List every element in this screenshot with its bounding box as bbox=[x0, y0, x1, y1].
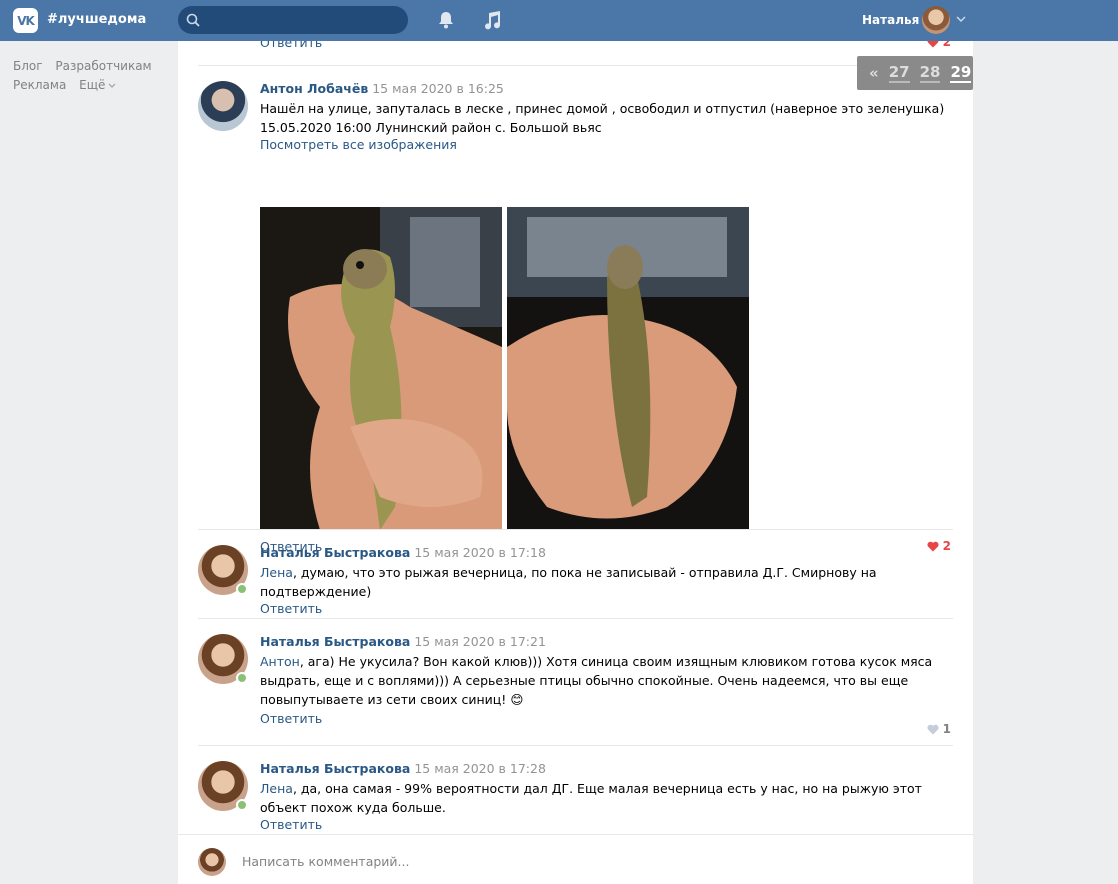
search-icon bbox=[186, 13, 200, 27]
comment-date[interactable]: 15 мая 2020 в 16:25 bbox=[372, 81, 504, 96]
heart-icon bbox=[927, 41, 939, 47]
user-name[interactable]: Наталья bbox=[862, 13, 919, 27]
comments-panel: Ответить 2 Антон Лобачёв 15 мая 2020 в 16… bbox=[178, 41, 973, 884]
mention-link[interactable]: Лена bbox=[260, 781, 293, 796]
photo-bird-2[interactable] bbox=[507, 207, 749, 530]
online-indicator bbox=[236, 583, 248, 595]
avatar[interactable] bbox=[198, 81, 248, 131]
avatar[interactable] bbox=[922, 6, 950, 34]
comment-author[interactable]: Наталья Быстракова bbox=[260, 545, 410, 560]
pager-prev-button[interactable]: « bbox=[869, 64, 879, 82]
view-all-images-link[interactable]: Посмотреть все изображения bbox=[260, 137, 955, 152]
comment-author[interactable]: Антон Лобачёв bbox=[260, 81, 368, 96]
comment-date[interactable]: 15 мая 2020 в 17:28 bbox=[414, 761, 546, 776]
top-bar: VK #лучшедома Наталья bbox=[0, 0, 1118, 41]
comment-text: Нашёл на улице, запуталась в леске , при… bbox=[260, 101, 945, 135]
page-title: #лучшедома bbox=[47, 12, 147, 27]
like-button[interactable]: 2 bbox=[927, 41, 951, 49]
bird-photo-image bbox=[507, 207, 749, 530]
bird-photo-image bbox=[260, 207, 502, 530]
photo-bird-1[interactable] bbox=[260, 207, 502, 530]
divider bbox=[198, 745, 953, 746]
comment-text: Антон, ага) Не укусила? Вон какой клюв))… bbox=[260, 652, 955, 709]
comment-text-body: , да, она самая - 99% вероятности дал ДГ… bbox=[260, 781, 922, 815]
like-button[interactable]: 1 bbox=[927, 722, 951, 736]
nav-more-link[interactable]: Ещё bbox=[79, 78, 116, 92]
comment-date[interactable]: 15 мая 2020 в 17:18 bbox=[414, 545, 546, 560]
divider bbox=[198, 65, 953, 66]
left-footer-nav: Блог Разработчикам Реклама Ещё bbox=[13, 57, 161, 95]
mention-link[interactable]: Антон bbox=[260, 654, 300, 669]
search-input[interactable] bbox=[178, 6, 408, 34]
vk-logo-icon[interactable]: VK bbox=[13, 8, 38, 33]
chevron-down-icon bbox=[108, 83, 116, 88]
divider bbox=[198, 529, 953, 530]
online-indicator bbox=[236, 799, 248, 811]
comment-item: Антон Лобачёв 15 мая 2020 в 16:25 Нашёл н… bbox=[198, 81, 955, 554]
reply-button[interactable]: Ответить bbox=[260, 817, 955, 832]
reply-button[interactable]: Ответить bbox=[260, 41, 322, 50]
comment-text-body: , ага) Не укусила? Вон какой клюв))) Хот… bbox=[260, 654, 933, 707]
comment-text: Лена, да, она самая - 99% вероятности да… bbox=[260, 779, 955, 817]
divider bbox=[198, 618, 953, 619]
nav-more-label: Ещё bbox=[79, 78, 106, 92]
comment-text: Лена, думаю, что это рыжая вечерница, по… bbox=[260, 563, 955, 601]
page-navigator: « 27 28 29 bbox=[857, 56, 973, 90]
like-count: 2 bbox=[942, 41, 951, 49]
online-indicator bbox=[236, 672, 248, 684]
chevron-down-icon[interactable] bbox=[956, 15, 966, 23]
nav-blog-link[interactable]: Блог bbox=[13, 59, 43, 73]
reply-button[interactable]: Ответить bbox=[260, 601, 955, 616]
comment-item: Наталья Быстракова 15 мая 2020 в 17:18 Ле… bbox=[198, 545, 953, 625]
pager-page-28[interactable]: 28 bbox=[919, 63, 941, 83]
nav-developers-link[interactable]: Разработчикам bbox=[55, 59, 151, 73]
comment-author[interactable]: Наталья Быстракова bbox=[260, 634, 410, 649]
music-icon[interactable] bbox=[483, 10, 501, 30]
comment-text-body: , думаю, что это рыжая вечерница, по пок… bbox=[260, 565, 877, 599]
comment-item: Наталья Быстракова 15 мая 2020 в 17:21 Ан… bbox=[198, 634, 953, 744]
pager-page-27[interactable]: 27 bbox=[888, 63, 910, 83]
comment-date[interactable]: 15 мая 2020 в 17:21 bbox=[414, 634, 546, 649]
pager-page-current[interactable]: 29 bbox=[950, 63, 972, 83]
reply-button[interactable]: Ответить bbox=[260, 711, 955, 726]
smile-emoji-icon: 😊 bbox=[510, 692, 524, 707]
heart-icon bbox=[927, 724, 939, 734]
nav-ads-link[interactable]: Реклама bbox=[13, 78, 66, 92]
avatar bbox=[198, 848, 226, 876]
like-count: 1 bbox=[942, 722, 951, 736]
bell-icon[interactable] bbox=[437, 10, 455, 30]
comment-input[interactable]: Написать комментарий... bbox=[242, 854, 409, 869]
comment-composer: Написать комментарий... bbox=[178, 834, 973, 884]
comment-author[interactable]: Наталья Быстракова bbox=[260, 761, 410, 776]
mention-link[interactable]: Лена bbox=[260, 565, 293, 580]
